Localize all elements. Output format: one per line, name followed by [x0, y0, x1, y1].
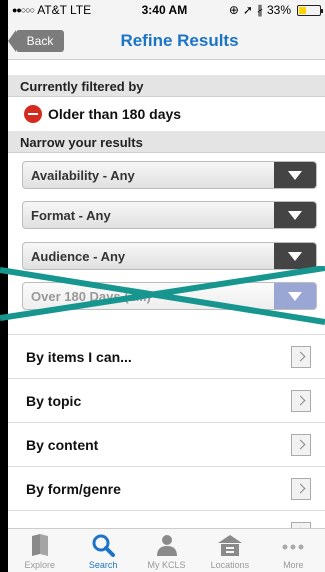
- signal-indicator: ●●○○○: [12, 5, 35, 15]
- clock: 3:40 AM: [141, 3, 188, 17]
- tab-label: More: [283, 560, 304, 570]
- list-item-items-i-can[interactable]: By items I can...: [8, 334, 325, 378]
- tab-label: Search: [88, 560, 118, 570]
- navigation-bar: Back Refine Results: [8, 20, 325, 60]
- tab-label: Explore: [24, 560, 55, 570]
- carrier-label: AT&T: [37, 3, 67, 17]
- bluetooth-icon: ∦: [256, 3, 263, 17]
- location-icon: ➚: [242, 3, 253, 17]
- format-dropdown-label: Format - Any: [31, 208, 111, 223]
- age-dropdown-label: Over 180 Days (1...): [31, 289, 151, 304]
- battery-icon: [297, 4, 323, 16]
- tab-more[interactable]: More: [262, 529, 325, 572]
- list-item-label: By form/genre: [26, 480, 121, 497]
- list-item-content[interactable]: By content: [8, 422, 325, 466]
- tab-my-kcls[interactable]: My KCLS: [135, 529, 198, 572]
- availability-dropdown-label: Availability - Any: [31, 168, 135, 183]
- chevron-down-icon: [274, 162, 316, 188]
- tab-bar: Explore Search My KCLS Locations More: [8, 528, 325, 572]
- chevron-right-icon: [291, 346, 311, 368]
- chevron-right-icon: [291, 478, 311, 500]
- network-label: LTE: [69, 3, 92, 17]
- audience-dropdown[interactable]: Audience - Any: [22, 242, 317, 270]
- book-icon: [31, 534, 48, 556]
- audience-dropdown-label: Audience - Any: [31, 249, 126, 264]
- narrow-section-header: Narrow your results: [8, 131, 325, 153]
- filtered-section-header: Currently filtered by: [8, 75, 325, 97]
- tab-locations[interactable]: Locations: [198, 529, 261, 572]
- list-item-form-genre[interactable]: By form/genre: [8, 466, 325, 510]
- list-item-label: By content: [26, 436, 99, 453]
- active-filter-label: Older than 180 days: [48, 106, 182, 122]
- list-item-label: By items I can...: [26, 348, 132, 365]
- list-item-topic[interactable]: By topic: [8, 378, 325, 422]
- tab-label: My KCLS: [147, 560, 186, 570]
- tab-explore[interactable]: Explore: [8, 529, 71, 572]
- age-dropdown: Over 180 Days (1...): [22, 282, 317, 310]
- status-bar: ●●○○○ AT&T LTE 3:40 AM ⊕ ➚ ∦ 33%: [8, 0, 325, 20]
- tab-label: Locations: [210, 560, 250, 570]
- phone-screen: ●●○○○ AT&T LTE 3:40 AM ⊕ ➚ ∦ 33% Back Re…: [8, 0, 325, 572]
- person-icon: [156, 535, 177, 556]
- building-icon: [217, 535, 242, 556]
- battery-percent: 33%: [266, 3, 291, 17]
- availability-dropdown[interactable]: Availability - Any: [22, 161, 317, 189]
- active-filter-row[interactable]: Older than 180 days: [8, 97, 325, 131]
- tab-search[interactable]: Search: [71, 529, 134, 572]
- chevron-right-icon: [291, 434, 311, 456]
- format-dropdown[interactable]: Format - Any: [22, 201, 317, 229]
- list-item-label: By topic: [26, 392, 82, 409]
- chevron-down-icon: [274, 202, 316, 228]
- remove-filter-icon[interactable]: [24, 105, 42, 123]
- rotation-lock-icon: ⊕: [228, 3, 239, 17]
- search-icon: [92, 534, 116, 557]
- chevron-down-icon: [274, 243, 316, 269]
- chevron-right-icon: [291, 390, 311, 412]
- page-title: Refine Results: [120, 31, 239, 50]
- more-icon: [282, 544, 304, 550]
- chevron-down-icon: [274, 283, 316, 309]
